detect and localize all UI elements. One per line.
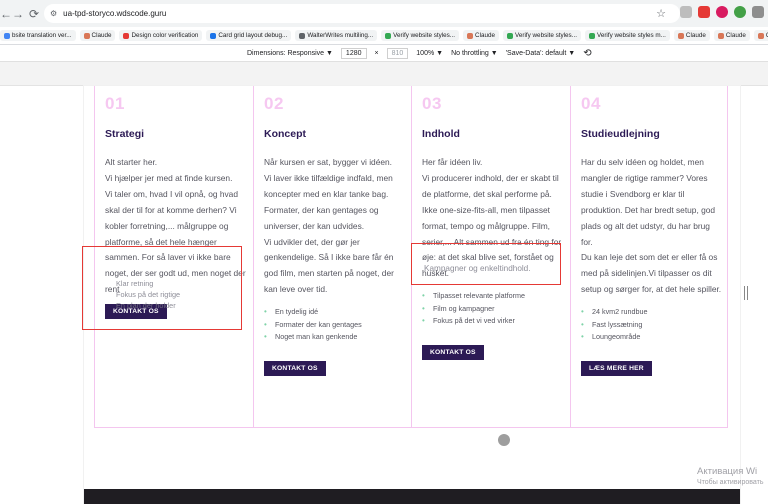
column-title: Indhold [422, 128, 460, 140]
address-bar[interactable]: ⚙ ua-tpd-storyco.wdscode.guru ☆ [44, 4, 680, 23]
column-body: Har du selv idéen og holdet, men mangler… [581, 157, 722, 295]
extension-icon[interactable] [752, 6, 764, 18]
bookmark-favicon-icon [83, 32, 90, 39]
list-item: Tilpasset relevante platforme [422, 290, 560, 303]
bookmark-item[interactable]: Verify website styles... [503, 30, 581, 41]
bookmark-label: bsite translation ver... [12, 32, 72, 39]
list-item: Film og kampagner [422, 303, 560, 316]
bookmark-item[interactable]: Claude [463, 30, 500, 41]
step-number: 02 [264, 94, 284, 113]
height-input[interactable]: 810 [386, 47, 409, 59]
bookmark-item[interactable]: Verify website styles m... [584, 30, 670, 41]
zoom-select[interactable]: 100% ▼ [416, 50, 443, 57]
url-text: ua-tpd-storyco.wdscode.guru [63, 9, 167, 18]
bookmark-item[interactable]: Design color verification [119, 30, 203, 41]
step-number: 01 [105, 94, 125, 113]
bookmark-label: Design color verification [131, 32, 199, 39]
bookmark-star-icon[interactable]: ☆ [656, 7, 666, 20]
read-more-button[interactable]: LÆS MERE HER [581, 360, 652, 376]
bookmark-label: Claude [91, 32, 112, 39]
contact-button[interactable]: KONTAKT OS [422, 345, 484, 361]
feature-list: Tilpasset relevante platforme Film og ka… [422, 290, 560, 328]
bookmark-item[interactable]: Card grid layout debug... [206, 30, 292, 41]
devtools-ruler-area [0, 62, 768, 86]
bookmark-label: Claude [725, 32, 746, 39]
reload-icon[interactable]: ⟳ [26, 7, 42, 21]
bookmark-favicon-icon [717, 32, 724, 39]
rotate-icon[interactable]: ⟲ [583, 48, 591, 59]
highlight-box-col3 [411, 243, 561, 285]
column-title: Studieudlejning [581, 128, 660, 140]
bookmark-item[interactable]: Claude [753, 30, 768, 41]
bookmark-item[interactable]: WalterWrites multiling... [295, 30, 378, 41]
bookmark-label: Card grid layout debug... [218, 32, 288, 39]
list-item: Fokus på det vi ved virker [422, 315, 560, 328]
column-body: Når kursen er sat, bygger vi idéen. Vi la… [264, 157, 394, 295]
service-column-studieudlejning: 04 Studieudlejning Har du selv idéen og … [570, 86, 728, 428]
bookmark-label: Claude [475, 32, 496, 39]
bookmark-favicon-icon [507, 32, 514, 39]
resize-handle[interactable] [744, 286, 748, 300]
feature-list: 24 kvm2 rundbue Fast lyssætning Loungeom… [581, 306, 717, 344]
bookmark-item[interactable]: bsite translation ver... [0, 30, 76, 41]
list-item: Fast lyssætning [581, 319, 717, 332]
dimensions-select[interactable]: Dimensions: Responsive ▼ [247, 50, 333, 57]
extension-icon[interactable] [734, 6, 746, 18]
browser-toolbar: ← → ⟳ ⚙ ua-tpd-storyco.wdscode.guru ☆ [0, 0, 768, 27]
extension-icon[interactable] [680, 6, 692, 18]
devtools-device-toolbar: Dimensions: Responsive ▼ 1280 × 810 100%… [0, 45, 768, 62]
list-item: 24 kvm2 rundbue [581, 306, 717, 319]
contact-button[interactable]: KONTAKT OS [264, 360, 326, 376]
bookmark-item[interactable]: Verify website styles... [381, 30, 460, 41]
list-item: En tydelig idé [264, 306, 401, 319]
bookmark-item[interactable]: Claude [673, 30, 710, 41]
bookmark-label: Claude [685, 32, 706, 39]
bookmark-item[interactable]: Claude [713, 30, 750, 41]
list-item: Formater der kan gentages [264, 319, 401, 332]
page-footer [84, 489, 740, 504]
extension-icon[interactable] [698, 6, 710, 18]
bookmark-item[interactable]: Claude [79, 30, 116, 41]
bookmark-favicon-icon [467, 32, 474, 39]
extension-icon[interactable] [716, 6, 728, 18]
extension-icons [680, 6, 768, 18]
touch-cursor-indicator [498, 434, 510, 446]
step-number: 04 [581, 94, 601, 113]
list-item: Noget man kan genkende [264, 331, 401, 344]
bookmark-favicon-icon [588, 32, 595, 39]
windows-activation-watermark: Активация Wi [697, 466, 758, 477]
bookmark-favicon-icon [4, 32, 10, 39]
bookmark-favicon-icon [385, 32, 392, 39]
throttle-select[interactable]: No throttling ▼ [451, 50, 498, 57]
service-column-koncept: 02 Koncept Når kursen er sat, bygger vi … [253, 86, 411, 428]
highlight-box-col1 [82, 246, 242, 330]
bookmark-favicon-icon [299, 32, 306, 39]
site-info-icon[interactable]: ⚙ [50, 9, 57, 18]
bookmark-favicon-icon [123, 32, 130, 39]
bookmark-label: Verify website styles... [393, 32, 456, 39]
windows-activation-subtext: Чтобы активировать [697, 479, 764, 486]
bookmarks-bar: bsite translation ver... Claude Design col… [0, 27, 768, 45]
bookmark-favicon-icon [757, 32, 764, 39]
bookmark-favicon-icon [210, 32, 217, 39]
bookmark-label: Verify website styles... [515, 32, 577, 39]
list-item: Loungeområde [581, 331, 717, 344]
width-input[interactable]: 1280 [340, 47, 367, 59]
column-title: Strategi [105, 128, 145, 140]
save-data-select[interactable]: 'Save-Data': default ▼ [506, 50, 576, 57]
bookmark-label: Verify website styles m... [596, 32, 666, 39]
bookmark-favicon-icon [677, 32, 684, 39]
bookmark-label: WalterWrites multiling... [307, 32, 374, 39]
forward-icon[interactable]: → [10, 7, 26, 21]
column-title: Koncept [264, 128, 306, 140]
step-number: 03 [422, 94, 442, 113]
times-sign: × [374, 49, 379, 57]
feature-list: En tydelig idé Formater der kan gentages… [264, 306, 401, 344]
